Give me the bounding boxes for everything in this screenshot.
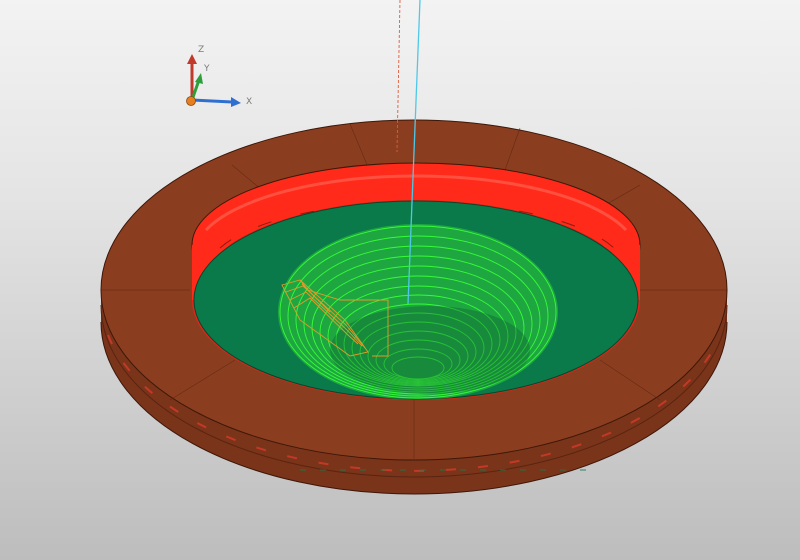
3d-scene[interactable]: Z Y X bbox=[0, 0, 800, 560]
origin-marker bbox=[186, 96, 196, 106]
x-axis-arrowhead bbox=[231, 97, 241, 107]
x-axis-label: X bbox=[246, 97, 252, 107]
y-axis-label: Y bbox=[203, 64, 210, 74]
toolpath-bowl[interactable] bbox=[278, 224, 558, 400]
z-axis-arrowhead bbox=[187, 54, 197, 64]
y-axis-arrowhead bbox=[195, 73, 203, 84]
3d-viewport[interactable]: Z Y X bbox=[0, 0, 800, 560]
x-axis-arrow bbox=[191, 98, 233, 104]
z-axis-label: Z bbox=[198, 45, 204, 55]
axis-triad[interactable]: Z Y X bbox=[186, 45, 253, 107]
